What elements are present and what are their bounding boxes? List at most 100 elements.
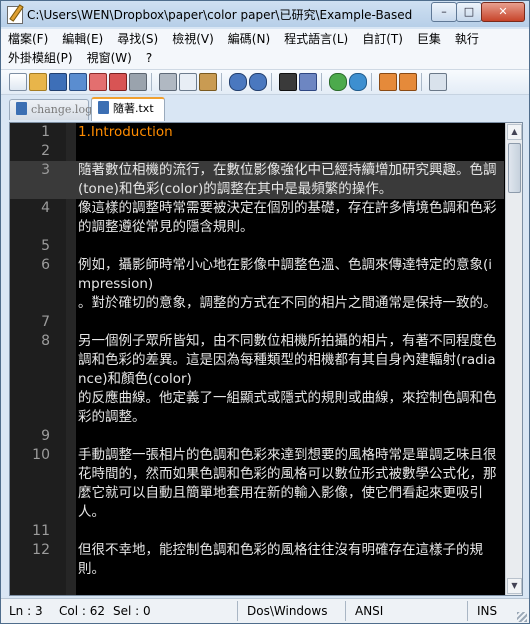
minimize-button[interactable]: – (431, 2, 457, 22)
text-editor[interactable]: 1 1.Introduction 2 3 隨著數位相機的流行，在數位影像強化中已經持續增… (9, 122, 523, 596)
menu-row-2: 外掛模組(P) 視窗(W)? (1, 49, 159, 68)
editor-line[interactable]: 12 但很不幸地，能控制色調和色彩的風格往往沒有明確存在這樣子的規則。 (10, 541, 504, 579)
line-text[interactable]: 另一個例子眾所皆知，由不同數位相機所拍攝的相片，有著不同程度色調和色彩的差異。這… (78, 332, 500, 427)
new-file-icon[interactable] (9, 73, 27, 91)
redo-icon[interactable] (249, 73, 267, 91)
open-file-icon[interactable] (29, 73, 47, 91)
menu-help[interactable]: ? (139, 49, 159, 68)
line-text[interactable]: 像這樣的調整時常需要被決定在個別的基礎，存在許多情境色調和色彩的調整遵從常見的隱… (78, 199, 500, 237)
status-bar: Ln : 3 Col : 62 Sel : 0 Dos\Windows ANSI… (1, 598, 529, 623)
status-separator (345, 601, 346, 621)
status-separator (237, 601, 238, 621)
line-text[interactable] (78, 313, 500, 332)
menu-encoding[interactable]: 編碼(N) (221, 30, 277, 49)
zoom-out-icon[interactable] (349, 73, 367, 91)
scroll-up-icon[interactable]: ▲ (507, 124, 522, 140)
file-icon (98, 101, 109, 114)
editor-line[interactable]: 11 (10, 522, 504, 541)
editor-line[interactable]: 9 (10, 427, 504, 446)
tab-label: 隨著.txt (113, 102, 154, 115)
maximize-button[interactable]: □ (456, 2, 482, 22)
status-separator (467, 601, 468, 621)
find-icon[interactable] (279, 73, 297, 91)
line-number: 3 (41, 162, 50, 178)
line-text[interactable]: 例如，攝影師時常小心地在影像中調整色溫、色調來傳達特定的意象(impressio… (78, 256, 500, 313)
line-text[interactable]: 隨著數位相機的流行，在數位影像強化中已經持續增加研究興趣。色調(tone)和色彩… (78, 161, 500, 199)
status-column: Col : 62 (59, 604, 105, 618)
replace-icon[interactable] (299, 73, 317, 91)
sync-horizontal-icon[interactable] (399, 73, 417, 91)
save-icon[interactable] (49, 73, 67, 91)
line-text[interactable]: 手動調整一張相片的色調和色彩來達到想要的風格時常是單調乏味且很花時間的，然而如果… (78, 446, 500, 522)
line-text[interactable] (78, 142, 500, 161)
status-encoding: ANSI (355, 604, 384, 618)
sync-vertical-icon[interactable] (379, 73, 397, 91)
line-number: 12 (32, 542, 50, 558)
toolbar-separator (421, 73, 422, 91)
toolbar-separator (321, 73, 322, 91)
tab-bar: change.log 隨著.txt (1, 96, 529, 121)
line-number: 7 (41, 314, 50, 330)
editor-line[interactable]: 7 (10, 313, 504, 332)
line-number: 4 (41, 200, 50, 216)
line-number: 5 (41, 238, 50, 254)
line-number: 2 (41, 143, 50, 159)
tab-label: change.log (31, 103, 93, 116)
menu-file[interactable]: 檔案(F) (1, 30, 55, 49)
close-button[interactable]: ✕ (481, 2, 525, 22)
editor-line[interactable]: 5 (10, 237, 504, 256)
menu-macro[interactable]: 巨集 (410, 30, 448, 49)
close-icon[interactable] (89, 73, 107, 91)
notepad-window: C:\Users\WEN\Dropbox\paper\color paper\已… (0, 0, 530, 624)
line-text[interactable]: 1.Introduction (78, 123, 500, 142)
toolbar (1, 70, 529, 95)
line-text[interactable] (78, 427, 500, 446)
menu-view[interactable]: 檢視(V) (165, 30, 221, 49)
editor-line[interactable]: 8 另一個例子眾所皆知，由不同數位相機所拍攝的相片，有著不同程度色調和色彩的差異。… (10, 332, 504, 427)
menu-language[interactable]: 程式語言(L) (277, 30, 355, 49)
editor-line[interactable]: 6 例如，攝影師時常小心地在影像中調整色溫、色調來傳達特定的意象(impressi… (10, 256, 504, 313)
tab-current-file[interactable]: 隨著.txt (91, 97, 165, 121)
menu-settings[interactable]: 自訂(T) (355, 30, 410, 49)
line-number: 1 (41, 124, 50, 140)
scroll-down-icon[interactable]: ▼ (507, 578, 522, 594)
menu-plugins[interactable]: 外掛模組(P) (1, 49, 80, 68)
status-insert-mode: INS (477, 604, 498, 618)
line-number: 9 (41, 428, 50, 444)
editor-line[interactable]: 10 手動調整一張相片的色調和色彩來達到想要的風格時常是單調乏味且很花時間的，然而… (10, 446, 504, 522)
line-text[interactable]: 但很不幸地，能控制色調和色彩的風格往往沒有明確存在這樣子的規則。 (78, 541, 500, 579)
word-wrap-icon[interactable] (429, 73, 447, 91)
undo-icon[interactable] (229, 73, 247, 91)
paste-icon[interactable] (199, 73, 217, 91)
notepad-app-icon (7, 6, 23, 24)
copy-icon[interactable] (179, 73, 197, 91)
toolbar-separator (221, 73, 222, 91)
status-selection: Sel : 0 (113, 604, 151, 618)
editor-line[interactable]: 2 (10, 142, 504, 161)
menu-search[interactable]: 尋找(S) (110, 30, 165, 49)
editor-line[interactable]: 3 隨著數位相機的流行，在數位影像強化中已經持續增加研究興趣。色調(tone)和色… (10, 161, 504, 199)
window-title: C:\Users\WEN\Dropbox\paper\color paper\已… (27, 8, 417, 22)
line-text[interactable] (78, 522, 500, 541)
line-text[interactable] (78, 237, 500, 256)
menu-row-1: 檔案(F) 編輯(E) 尋找(S) 檢視(V) 編碼(N) 程式語言(L) 自訂(T) 巨集執… (1, 30, 486, 49)
toolbar-separator (271, 73, 272, 91)
close-all-icon[interactable] (109, 73, 127, 91)
editor-line[interactable]: 4 像這樣的調整時常需要被決定在個別的基礎，存在許多情境色調和色彩的調整遵從常見的… (10, 199, 504, 237)
print-icon[interactable] (129, 73, 147, 91)
line-number: 8 (41, 333, 50, 349)
title-bar[interactable]: C:\Users\WEN\Dropbox\paper\color paper\已… (1, 1, 529, 27)
menu-run[interactable]: 執行 (448, 30, 486, 49)
menu-edit[interactable]: 編輯(E) (55, 30, 110, 49)
tab-change-log[interactable]: change.log (9, 99, 93, 120)
resize-grip[interactable] (517, 612, 527, 622)
toolbar-separator (371, 73, 372, 91)
menu-window[interactable]: 視窗(W) (80, 49, 139, 68)
scrollbar-thumb[interactable] (508, 143, 521, 193)
save-all-icon[interactable] (69, 73, 87, 91)
cut-icon[interactable] (159, 73, 177, 91)
editor-line[interactable]: 1 1.Introduction (10, 123, 504, 142)
status-eol: Dos\Windows (247, 604, 328, 618)
zoom-in-icon[interactable] (329, 73, 347, 91)
vertical-scrollbar[interactable]: ▲ ▼ (505, 123, 522, 595)
